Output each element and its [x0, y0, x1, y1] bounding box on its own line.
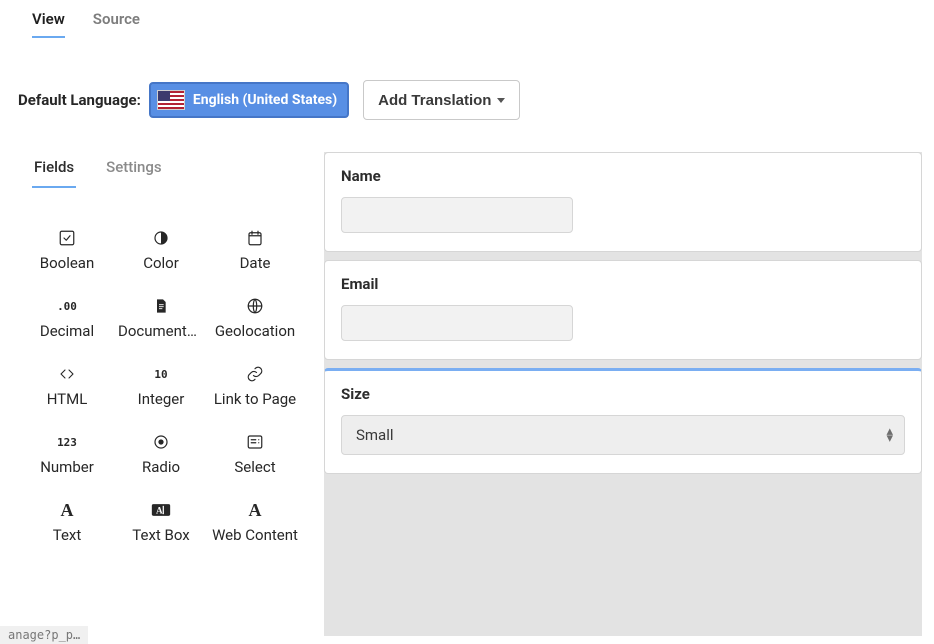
- field-type-label: HTML: [24, 390, 110, 408]
- field-type-text[interactable]: A Text: [24, 500, 110, 544]
- tab-source[interactable]: Source: [93, 10, 140, 38]
- field-card-email[interactable]: Email: [324, 260, 922, 360]
- top-tabs: View Source: [0, 0, 934, 38]
- field-card-name[interactable]: Name: [324, 152, 922, 252]
- field-type-label: Color: [118, 254, 204, 272]
- contrast-icon: [151, 228, 171, 248]
- globe-icon: [245, 296, 265, 316]
- document-icon: [151, 296, 171, 316]
- field-card-size[interactable]: Size Small ▴▾: [324, 368, 922, 474]
- field-type-label: Web Content: [212, 526, 298, 544]
- main-area: Fields Settings Boolean Color Date .00 Decim…: [0, 120, 934, 636]
- field-type-integer[interactable]: 10 Integer: [118, 364, 204, 408]
- field-label-size: Size: [341, 385, 905, 403]
- default-language-text: English (United States): [193, 92, 337, 108]
- field-type-label: Radio: [118, 458, 204, 476]
- subtab-fields[interactable]: Fields: [32, 152, 76, 188]
- field-type-label: Link to Page: [212, 390, 298, 408]
- field-type-label: Text: [24, 526, 110, 544]
- select-icon: [245, 432, 265, 452]
- language-row: Default Language: English (United States…: [0, 38, 934, 120]
- link-icon: [245, 364, 265, 384]
- form-canvas: Name Email Size Small ▴▾: [324, 152, 922, 636]
- field-type-link[interactable]: Link to Page: [212, 364, 298, 408]
- radio-icon: [151, 432, 171, 452]
- field-type-label: Text Box: [118, 526, 204, 544]
- field-type-radio[interactable]: Radio: [118, 432, 204, 476]
- select-caret-icon: ▴▾: [886, 428, 893, 442]
- integer-icon: 10: [151, 364, 171, 384]
- field-type-label: Integer: [118, 390, 204, 408]
- size-select-value: Small: [356, 426, 394, 444]
- left-panel: Fields Settings Boolean Color Date .00 Decim…: [0, 152, 300, 544]
- tab-view[interactable]: View: [32, 10, 65, 38]
- field-type-webcontent[interactable]: A Web Content: [212, 500, 298, 544]
- add-translation-button[interactable]: Add Translation: [363, 80, 520, 120]
- field-type-color[interactable]: Color: [118, 228, 204, 272]
- field-type-grid: Boolean Color Date .00 Decimal Documents and …: [16, 228, 300, 544]
- field-type-boolean[interactable]: Boolean: [24, 228, 110, 272]
- subtab-settings[interactable]: Settings: [104, 152, 164, 188]
- name-input[interactable]: [341, 197, 573, 233]
- field-type-select-field[interactable]: Select: [212, 432, 298, 476]
- field-type-decimal[interactable]: .00 Decimal: [24, 296, 110, 340]
- field-type-label: Documents and Media: [118, 322, 204, 340]
- field-label-name: Name: [341, 167, 905, 185]
- field-type-date[interactable]: Date: [212, 228, 298, 272]
- default-language-label: Default Language:: [18, 91, 141, 109]
- field-type-label: Select: [212, 458, 298, 476]
- us-flag-icon: [157, 90, 185, 110]
- status-crumb: anage?p_p…: [0, 626, 88, 644]
- field-label-email: Email: [341, 275, 905, 293]
- email-input[interactable]: [341, 305, 573, 341]
- text-icon: A: [245, 500, 265, 520]
- field-type-document[interactable]: Documents and Media: [118, 296, 204, 340]
- field-type-label: Geolocation: [212, 322, 298, 340]
- field-type-label: Date: [212, 254, 298, 272]
- field-type-number[interactable]: 123 Number: [24, 432, 110, 476]
- code-icon: [57, 364, 77, 384]
- add-translation-label: Add Translation: [378, 92, 491, 109]
- left-subtabs: Fields Settings: [16, 152, 300, 188]
- decimal-icon: .00: [57, 296, 77, 316]
- svg-text:A: A: [156, 505, 163, 515]
- field-type-label: Boolean: [24, 254, 110, 272]
- size-select[interactable]: Small: [341, 415, 905, 455]
- calendar-icon: [245, 228, 265, 248]
- size-select-wrap: Small ▴▾: [341, 415, 905, 455]
- field-type-html[interactable]: HTML: [24, 364, 110, 408]
- caret-down-icon: [497, 98, 505, 103]
- field-type-label: Decimal: [24, 322, 110, 340]
- field-type-label: Number: [24, 458, 110, 476]
- field-type-textbox[interactable]: A Text Box: [118, 500, 204, 544]
- textbox-icon: A: [151, 500, 171, 520]
- text-icon: A: [57, 500, 77, 520]
- default-language-chip[interactable]: English (United States): [149, 82, 349, 118]
- field-type-geolocation[interactable]: Geolocation: [212, 296, 298, 340]
- number-icon: 123: [57, 432, 77, 452]
- check-square-icon: [57, 228, 77, 248]
